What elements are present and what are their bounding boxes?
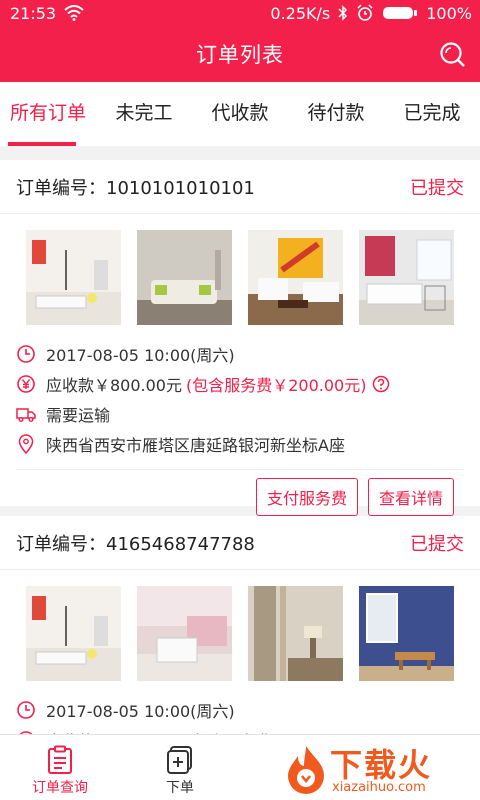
watermark-url: xiazaihuo.com — [332, 780, 426, 795]
order-card-header: 订单编号：1010101010101 已提交 — [0, 160, 480, 214]
room-photo[interactable] — [359, 230, 454, 325]
question-icon[interactable] — [372, 375, 390, 393]
order-transport-row: 需要运输 — [16, 399, 464, 429]
pay-service-fee-button[interactable]: 支付服务费 — [255, 478, 358, 516]
truck-icon — [16, 408, 36, 422]
navbar: 订单列表 — [0, 26, 480, 82]
room-photo[interactable] — [26, 586, 121, 681]
order-datetime-row: 2017-08-05 10:00(周六) — [16, 339, 464, 369]
tab-all-orders[interactable]: 所有订单 — [0, 82, 96, 146]
room-photo[interactable] — [137, 230, 232, 325]
order-datetime: 2017-08-05 10:00(周六) — [46, 346, 235, 365]
alarm-icon — [357, 4, 373, 21]
wifi-icon — [64, 5, 84, 21]
search-icon[interactable] — [438, 40, 466, 68]
room-photo[interactable] — [137, 586, 232, 681]
location-pin-icon — [18, 434, 34, 454]
bottom-nav-order-query[interactable]: 订单查询 — [0, 735, 120, 800]
battery-icon — [383, 7, 418, 19]
order-photos — [0, 214, 480, 325]
order-card[interactable]: 订单编号：1010101010101 已提交 2017-08-05 10:00(… — [0, 160, 480, 516]
view-details-button[interactable]: 查看详情 — [367, 478, 454, 516]
status-bar: 21:53 0.25K/s 100% — [0, 0, 480, 26]
clock-icon — [17, 345, 35, 363]
order-address: 陕西省西安市雁塔区唐延路银河新坐标A座 — [46, 436, 345, 455]
order-card-header: 订单编号：4165468747788 已提交 — [0, 516, 480, 570]
order-transport: 需要运输 — [46, 406, 111, 425]
room-photo[interactable] — [359, 586, 454, 681]
room-photo[interactable] — [248, 586, 343, 681]
order-receivable: 应收款￥800.00元 — [46, 376, 182, 395]
order-status: 已提交 — [410, 533, 464, 555]
bottom-nav-label: 订单查询 — [32, 780, 88, 796]
order-service-fee: (包含服务费￥200.00元) — [186, 376, 367, 395]
tab-completed[interactable]: 已完成 — [384, 82, 480, 146]
order-datetime: 2017-08-05 10:00(周六) — [46, 702, 235, 721]
bottom-nav-label: 下单 — [166, 780, 194, 796]
network-speed: 0.25K/s — [270, 3, 331, 23]
order-info: 2017-08-05 10:00(周六) 应收款￥800.00元 (包含服务费￥… — [0, 325, 480, 459]
order-actions: 支付服务费 查看详情 — [16, 469, 464, 516]
yuan-icon — [17, 375, 35, 393]
room-photo[interactable] — [248, 230, 343, 325]
bluetooth-icon — [338, 5, 348, 21]
order-address-row: 陕西省西安市雁塔区唐延路银河新坐标A座 — [16, 429, 464, 459]
order-photos — [0, 570, 480, 681]
app-header: 21:53 0.25K/s 100% 订单列表 — [0, 0, 480, 82]
order-number: 订单编号：1010101010101 — [16, 177, 255, 199]
order-number: 订单编号：4165468747788 — [16, 533, 255, 555]
order-tabs: 所有订单 未完工 代收款 待付款 已完成 — [0, 82, 480, 146]
order-amount-row: 应收款￥800.00元 (包含服务费￥200.00元) — [16, 369, 464, 399]
watermark-logo: 下载火 xiazaihuo.com — [284, 740, 474, 800]
tab-pending-payment[interactable]: 待付款 — [288, 82, 384, 146]
tab-collect-payment[interactable]: 代收款 — [192, 82, 288, 146]
order-card[interactable]: 订单编号：4165468747788 已提交 2017-08-05 10:00(… — [0, 516, 480, 751]
order-status: 已提交 — [410, 177, 464, 199]
battery-level: 100% — [426, 3, 472, 23]
order-datetime-row: 2017-08-05 10:00(周六) — [16, 695, 464, 725]
clipboard-list-icon — [48, 745, 72, 774]
room-photo[interactable] — [26, 230, 121, 325]
page-title: 订单列表 — [196, 43, 284, 67]
fire-logo-icon — [288, 746, 324, 794]
bottom-nav-place-order[interactable]: 下单 — [120, 735, 240, 800]
clock-icon — [17, 701, 35, 719]
tab-unfinished[interactable]: 未完工 — [96, 82, 192, 146]
add-order-icon — [167, 746, 192, 774]
status-time: 21:53 — [10, 3, 57, 23]
